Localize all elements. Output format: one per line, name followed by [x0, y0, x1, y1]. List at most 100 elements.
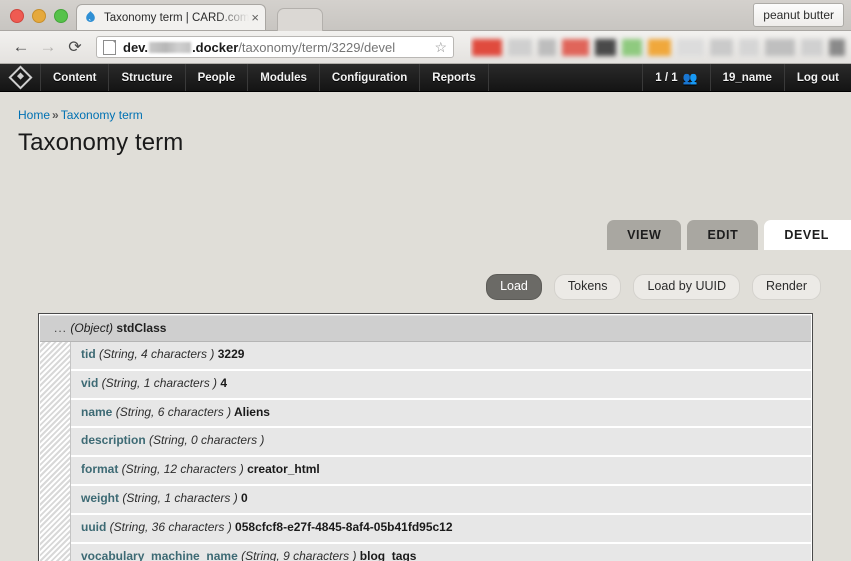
admin-home-link[interactable] [0, 64, 41, 91]
krumo-property-value: 3229 [214, 347, 245, 361]
close-window-button[interactable] [10, 9, 24, 23]
browser-tab-title: Taxonomy term | CARD.com [104, 11, 250, 24]
krumo-property-row: format (String, 12 characters ) creator_… [71, 457, 811, 486]
tab-strip: Taxonomy term | CARD.com × [0, 0, 851, 31]
new-tab-button[interactable] [277, 8, 323, 31]
browser-chrome: Taxonomy term | CARD.com × ← → ⟳ dev. .do… [0, 0, 851, 64]
logout-link[interactable]: Log out [783, 64, 851, 91]
page-title: Taxonomy term [18, 129, 184, 156]
devel-action-buttons: Load Tokens Load by UUID Render [486, 274, 821, 300]
breadcrumb: Home» Taxonomy term [0, 92, 851, 122]
admin-link-reports[interactable]: Reports [420, 64, 489, 91]
krumo-property-row: vid (String, 1 characters ) 4 [71, 370, 811, 400]
load-button[interactable]: Load [486, 274, 542, 300]
tokens-button[interactable]: Tokens [553, 274, 622, 300]
profile-button[interactable]: peanut butter [753, 3, 844, 27]
address-bar[interactable]: dev. .docker/taxonomy/term/3229/devel ☆ [96, 36, 454, 58]
back-icon[interactable]: ← [8, 34, 34, 60]
bookmark-item[interactable] [508, 38, 532, 56]
tab-view[interactable]: VIEW [607, 220, 682, 250]
bookmark-item[interactable] [647, 38, 672, 56]
bookmark-item[interactable] [709, 38, 734, 56]
minimize-window-button[interactable] [32, 9, 46, 23]
krumo-property-name: description [81, 433, 146, 448]
render-button[interactable]: Render [752, 274, 821, 300]
admin-toolbar: Content Structure People Modules Configu… [0, 64, 851, 92]
krumo-property-type: (String, 9 characters ) [237, 548, 357, 561]
krumo-output: ... (Object) stdClass tid (String, 4 cha… [38, 313, 813, 561]
krumo-property-type: (String, 36 characters ) [106, 519, 232, 534]
online-users-count: 1 / 1 [655, 71, 678, 84]
krumo-property-value: creator_html [243, 462, 320, 477]
krumo-property-type: (String, 12 characters ) [118, 462, 244, 477]
krumo-property-row: vocabulary_machine_name (String, 9 chara… [71, 543, 811, 561]
bookmark-item[interactable] [622, 38, 642, 56]
address-bar-url: dev. .docker/taxonomy/term/3229/devel [123, 40, 395, 55]
krumo-property-list: tid (String, 4 characters ) 3229 vid (Str… [71, 342, 811, 561]
tab-edit[interactable]: EDIT [687, 220, 759, 250]
admin-user-name[interactable]: 19_name [709, 64, 784, 91]
krumo-property-name: tid [81, 347, 96, 361]
bookmark-star-icon[interactable]: ☆ [434, 40, 447, 54]
forward-icon[interactable]: → [35, 34, 61, 60]
load-by-uuid-button[interactable]: Load by UUID [633, 274, 740, 300]
bookmark-item[interactable] [472, 38, 503, 56]
url-prefix: dev. [123, 39, 149, 55]
maximize-window-button[interactable] [54, 9, 68, 23]
krumo-root-class: stdClass [116, 321, 167, 335]
krumo-property-name: format [81, 462, 119, 477]
krumo-expand-dots[interactable]: ... [54, 321, 67, 335]
reload-icon[interactable]: ⟳ [62, 34, 88, 60]
bookmark-item[interactable] [801, 38, 823, 56]
krumo-property-value: Aliens [231, 404, 270, 419]
krumo-property-type: (String, 1 characters ) [119, 490, 238, 505]
breadcrumb-item-home[interactable]: Home [18, 108, 50, 122]
krumo-property-type: (String, 1 characters ) [98, 375, 218, 390]
close-icon[interactable]: × [251, 11, 259, 24]
krumo-property-row: name (String, 6 characters ) Aliens [71, 399, 811, 429]
krumo-property-row: tid (String, 4 characters ) 3229 [71, 342, 811, 371]
browser-toolbar: ← → ⟳ dev. .docker/taxonomy/term/3229/dev… [0, 31, 851, 64]
bookmark-item[interactable] [594, 38, 617, 56]
krumo-root-type: (Object) [70, 321, 114, 335]
browser-tab[interactable]: Taxonomy term | CARD.com × [76, 4, 266, 30]
krumo-property-value: 058cfcf8-e27f-4845-8af4-05b41fd95c12 [231, 519, 453, 534]
krumo-property-name: weight [81, 490, 119, 505]
users-icon: 👥 [682, 70, 698, 85]
krumo-root-node[interactable]: ... (Object) stdClass [40, 315, 811, 342]
drupal-drop-icon [86, 11, 95, 22]
krumo-body: tid (String, 4 characters ) 3229 vid (Str… [40, 342, 811, 561]
bookmark-item[interactable] [561, 38, 589, 56]
bookmark-item[interactable] [677, 38, 704, 56]
admin-link-configuration[interactable]: Configuration [320, 64, 421, 91]
admin-link-structure[interactable]: Structure [109, 64, 186, 91]
krumo-property-row: uuid (String, 36 characters ) 058cfcf8-e… [71, 514, 811, 544]
url-domain: .docker [192, 39, 239, 55]
krumo-property-value: 0 [237, 490, 248, 505]
admin-link-content[interactable]: Content [41, 64, 110, 91]
krumo-property-row: description (String, 0 characters ) [71, 428, 811, 458]
bookmark-item[interactable] [764, 38, 796, 56]
page-info-icon[interactable] [103, 39, 116, 55]
breadcrumb-item-taxonomy-term[interactable]: Taxonomy term [61, 108, 143, 122]
krumo-property-type: (String, 6 characters ) [112, 404, 232, 419]
bookmarks-bar [470, 31, 851, 63]
drupal-diamond-icon [7, 65, 33, 90]
krumo-property-name: name [81, 404, 113, 419]
breadcrumb-separator: » [52, 108, 59, 122]
krumo-property-type: (String, 0 characters ) [145, 433, 265, 448]
admin-link-modules[interactable]: Modules [248, 64, 320, 91]
admin-link-people[interactable]: People [186, 64, 249, 91]
page-body: Home» Taxonomy term Taxonomy term VIEW ED… [0, 92, 851, 561]
krumo-property-name: uuid [81, 519, 107, 534]
krumo-property-value: blog_tags [356, 548, 417, 561]
bookmark-item[interactable] [739, 38, 759, 56]
online-users-status[interactable]: 1 / 1 👥 [642, 64, 709, 91]
admin-toolbar-right: 1 / 1 👥 19_name Log out [642, 64, 851, 91]
tab-devel[interactable]: DEVEL [764, 220, 851, 250]
window-traffic-lights [10, 9, 68, 23]
bookmark-item[interactable] [828, 38, 845, 56]
krumo-property-value: 4 [217, 375, 228, 390]
bookmark-item[interactable] [537, 38, 556, 56]
krumo-tree-gutter [40, 342, 71, 561]
